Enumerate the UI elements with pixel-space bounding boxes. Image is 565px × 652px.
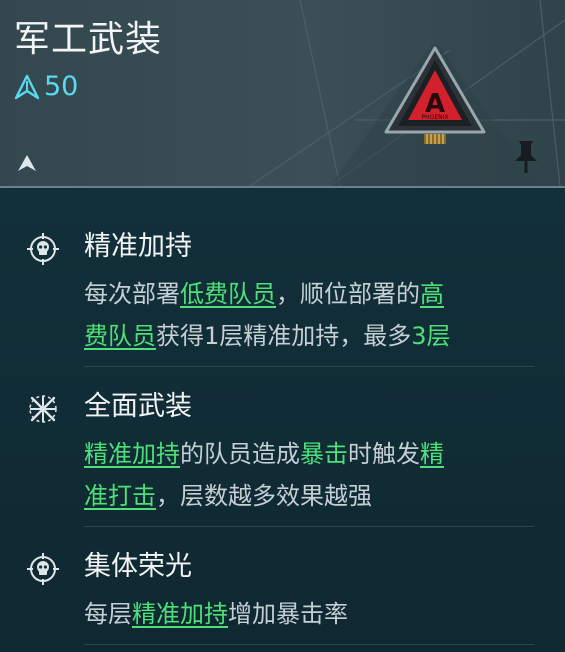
ability-icon-slot [26, 552, 60, 586]
keyword-link[interactable]: 精准加持 [132, 600, 228, 628]
ability-desc-line: 精准加持的队员造成暴击时触发精 [84, 434, 444, 474]
keyword-link[interactable]: 费队员 [84, 322, 156, 350]
cost-value: 50 [44, 71, 79, 102]
emblem-caption: PHOENIX [421, 114, 448, 121]
abilities-panel: 精准加持 每次部署低费队员，顺位部署的高 费队员获得1层精准加持，最多3层 全面… [0, 188, 565, 652]
keyword-link[interactable]: 高 [420, 280, 444, 308]
target-skull-icon [27, 233, 59, 265]
ability-desc-line: 每次部署低费队员，顺位部署的高 [84, 274, 444, 314]
desc-text: ，层数越多效果越强 [156, 482, 372, 510]
rarity-icon [18, 155, 36, 171]
item-name: 军工武装 [14, 19, 163, 60]
desc-text: 增加暴击率 [228, 600, 348, 628]
item-header: 军工武装 50 A PHOENIX [0, 0, 565, 186]
ability-icon-slot [26, 392, 60, 426]
ability-desc-line: 每层精准加持增加暴击率 [84, 594, 348, 634]
desc-text: 时触发 [348, 440, 420, 468]
ability-icon-slot [26, 232, 60, 266]
keyword-highlight: 3层 [411, 322, 451, 350]
keyword-link[interactable]: 低费队员 [180, 280, 276, 308]
item-tooltip-card: 军工武装 50 A PHOENIX 精准加持 每次部署低费队员，顺位部署的高 费… [0, 0, 565, 652]
desc-text: 获得1层精准加持，最多 [156, 322, 412, 350]
keyword-link[interactable]: 准打击 [84, 482, 156, 510]
cost-display: 50 [14, 72, 78, 102]
ability-desc-line: 准打击，层数越多效果越强 [84, 476, 372, 516]
keyword-highlight: 暴击 [300, 440, 348, 468]
keyword-link[interactable]: 精准加持 [84, 440, 180, 468]
target-skull-icon [27, 553, 59, 585]
desc-text: 的队员造成 [180, 440, 300, 468]
pin-icon[interactable] [510, 138, 542, 176]
keyword-link[interactable]: 精 [420, 440, 444, 468]
ability-divider [84, 366, 534, 367]
ability-title: 精准加持 [84, 231, 192, 262]
ability-desc-line: 费队员获得1层精准加持，最多3层 [84, 316, 451, 356]
ability-title: 集体荣光 [84, 551, 192, 582]
desc-text: ，顺位部署的 [276, 280, 420, 308]
ability-divider [84, 526, 534, 527]
ability-title: 全面武装 [84, 391, 192, 422]
ability-divider [84, 644, 534, 645]
cost-icon [14, 74, 40, 100]
item-emblem-image: A PHOENIX [384, 46, 486, 144]
crossed-swords-icon [29, 395, 57, 423]
desc-text: 每次部署 [84, 280, 180, 308]
desc-text: 每层 [84, 600, 132, 628]
